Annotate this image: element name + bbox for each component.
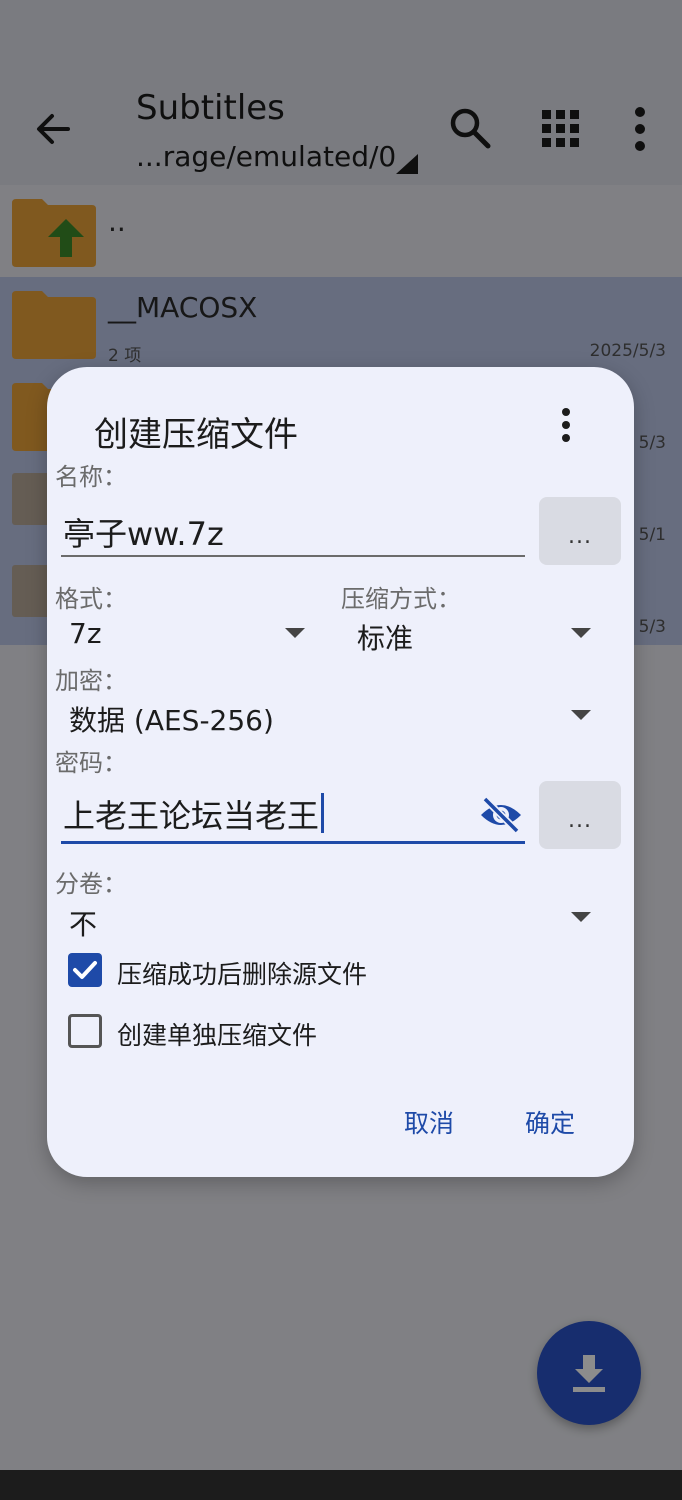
archive-name-input[interactable]: 亭子ww.7z [63,509,224,555]
name-underline [61,555,525,557]
password-label: 密码： [55,749,127,777]
text-cursor [321,793,325,833]
separate-archive-checkbox[interactable] [68,1014,102,1048]
ok-button[interactable]: 确定 [525,1104,575,1140]
format-select[interactable]: 7z [69,617,102,650]
format-dropdown-icon[interactable] [285,628,305,638]
more-vert-icon[interactable] [555,407,577,443]
split-dropdown-icon[interactable] [571,912,591,922]
browse-password-button[interactable]: ... [539,781,621,849]
encrypt-label: 加密： [55,667,127,695]
dialog-title: 创建压缩文件 [94,415,298,455]
encrypt-dropdown-icon[interactable] [571,710,591,720]
split-label: 分卷： [55,870,127,898]
visibility-off-icon[interactable] [479,795,523,835]
create-archive-dialog: 创建压缩文件 名称： 亭子ww.7z ... 格式： 压缩方式： 7z 标准 加… [47,367,634,1177]
password-underline [61,841,525,844]
name-label: 名称： [55,463,127,491]
format-label: 格式： [55,585,127,613]
password-input[interactable]: 上老王论坛当老王 [63,791,325,837]
cancel-button[interactable]: 取消 [404,1104,454,1140]
separate-archive-label[interactable]: 创建单独压缩文件 [117,1016,317,1052]
check-icon [73,961,97,979]
browse-name-button[interactable]: ... [539,497,621,565]
delete-source-label[interactable]: 压缩成功后删除源文件 [117,955,367,991]
delete-source-checkbox[interactable] [68,953,102,987]
method-dropdown-icon[interactable] [571,628,591,638]
encrypt-select[interactable]: 数据 (AES-256) [69,699,274,739]
method-label: 压缩方式： [341,585,461,613]
method-select[interactable]: 标准 [357,617,413,657]
split-select[interactable]: 不 [69,903,97,943]
password-text: 上老王论坛当老王 [63,797,320,835]
